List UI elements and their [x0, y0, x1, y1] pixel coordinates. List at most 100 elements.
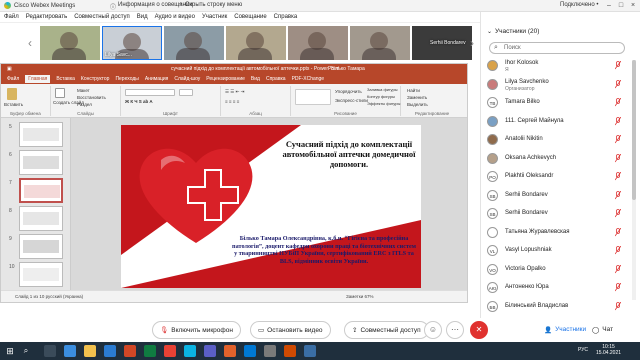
menu-item[interactable]: Аудио и видео: [155, 14, 195, 20]
menu-item[interactable]: Справка: [274, 14, 298, 20]
share-button[interactable]: ⇪ Совместный доступ: [344, 321, 429, 339]
leave-meeting-button[interactable]: ✕: [470, 321, 488, 339]
reset-button[interactable]: Восстановить: [77, 95, 106, 100]
slide-author-text[interactable]: Білько Тамара Олександрівна, к.б.н. “Гіг…: [231, 235, 417, 265]
video-tile[interactable]: [40, 26, 100, 60]
close-button[interactable]: ×: [628, 1, 638, 11]
edge-icon[interactable]: [64, 345, 76, 357]
new-slide-icon[interactable]: [55, 88, 65, 98]
video-tile[interactable]: [288, 26, 348, 60]
maximize-button[interactable]: □: [616, 1, 626, 11]
chevron-down-icon[interactable]: ⌄: [487, 28, 492, 35]
slide-thumbnail[interactable]: [19, 234, 63, 259]
find-button[interactable]: Найти: [407, 88, 420, 93]
video-tile[interactable]: [226, 26, 286, 60]
excel-icon[interactable]: [144, 345, 156, 357]
mail-icon[interactable]: [244, 345, 256, 357]
save-icon[interactable]: ▣: [7, 66, 12, 72]
participant-row[interactable]: VL Vasyl Lopushniak: [481, 242, 631, 259]
ribbon-tab[interactable]: PDF-XChange: [292, 76, 325, 82]
clock[interactable]: 10:15 15.04.2021: [596, 344, 621, 356]
chat-toggle-button[interactable]: ◯ Чат: [592, 326, 613, 334]
slide-thumbnail[interactable]: [19, 122, 63, 147]
menu-item[interactable]: Вид: [137, 14, 148, 20]
menu-item[interactable]: Файл: [4, 14, 19, 20]
shapes-gallery[interactable]: [295, 89, 331, 105]
slide-title[interactable]: Сучасний підхід до комплектації автомобі…: [279, 139, 419, 169]
ribbon-tab[interactable]: Вставка: [56, 76, 75, 82]
slide-thumbnails-pane[interactable]: 5 6 7 8 9 10: [1, 118, 71, 290]
replace-button[interactable]: Заменить: [407, 95, 427, 100]
chevron-right-icon[interactable]: ›: [470, 36, 474, 50]
slide-thumbnail[interactable]: [19, 262, 63, 287]
menu-item[interactable]: Совместный доступ: [74, 14, 130, 20]
arrange-button[interactable]: Упорядочить: [335, 89, 362, 94]
video-tile[interactable]: [350, 26, 410, 60]
unmute-button[interactable]: 🎙 Включить микрофон: [152, 321, 241, 339]
list-buttons[interactable]: ☰ ☰ ⇤ ⇥: [225, 89, 244, 95]
firefox-icon[interactable]: [224, 345, 236, 357]
app-icon[interactable]: [304, 345, 316, 357]
participant-row[interactable]: Татьяна Журавлевская: [481, 224, 631, 241]
teams-icon[interactable]: [204, 345, 216, 357]
shape-effects-button[interactable]: Эффекты фигуры: [367, 101, 400, 106]
slide-thumbnail[interactable]: [19, 206, 63, 231]
ribbon-tab[interactable]: Переходы: [115, 76, 138, 82]
align-buttons[interactable]: ≡ ≡ ≡ ≡: [225, 99, 239, 104]
participant-row[interactable]: SB Serhii Bondarev: [481, 187, 631, 204]
ribbon-tab[interactable]: Рецензирование: [206, 76, 245, 82]
ribbon-tab[interactable]: Вид: [251, 76, 260, 82]
menu-item[interactable]: Участник: [202, 14, 227, 20]
font-name-select[interactable]: [125, 89, 175, 96]
participant-row[interactable]: Oksana Achkevych: [481, 150, 631, 167]
menu-item[interactable]: Совещание: [234, 14, 266, 20]
participant-row[interactable]: Lilya Savchenko Организатор: [481, 76, 631, 93]
menu-item[interactable]: Редактировать: [26, 14, 67, 20]
ribbon-tab[interactable]: Главная: [25, 75, 51, 83]
slide-canvas[interactable]: Сучасний підхід до комплектації автомобі…: [121, 125, 421, 288]
select-button[interactable]: Выделить: [407, 102, 428, 107]
video-tile[interactable]: [164, 26, 224, 60]
stop-video-button[interactable]: ▭ Остановить видео: [250, 321, 331, 339]
powerpoint-icon[interactable]: [124, 345, 136, 357]
shape-outline-button[interactable]: Контур фигуры: [367, 94, 395, 99]
participant-row[interactable]: Anatolii Nikitin: [481, 131, 631, 148]
hide-menubar-button[interactable]: ⌃ Скрыть строку меню: [178, 2, 242, 9]
windows-start-icon[interactable]: ⊞: [4, 345, 16, 357]
ribbon-tab[interactable]: Справка: [266, 76, 286, 82]
chevron-left-icon[interactable]: ‹: [28, 36, 32, 50]
participant-row[interactable]: VO Victoria Opalko: [481, 261, 631, 278]
paste-icon[interactable]: [7, 88, 17, 100]
ribbon-tab[interactable]: Конструктор: [81, 76, 110, 82]
participant-row[interactable]: Ihor Kolosok Я: [481, 57, 631, 74]
section-button[interactable]: Раздел: [77, 102, 92, 107]
participant-row[interactable]: AЮ Антоненко Юра: [481, 279, 631, 296]
settings-icon[interactable]: [264, 345, 276, 357]
bold-button[interactable]: Ж К Ч S ab A: [125, 99, 153, 104]
quick-styles-button[interactable]: Экспресс-стили: [335, 98, 368, 103]
language-indicator[interactable]: РУС: [578, 347, 588, 353]
participant-row[interactable]: PO Plakhtii Oleksandr: [481, 168, 631, 185]
ribbon-tab[interactable]: Файл: [7, 76, 19, 82]
slide-thumbnail[interactable]: [19, 150, 63, 175]
participants-toggle-button[interactable]: 👤 Участники: [544, 326, 586, 334]
participant-search-input[interactable]: ⌕ Поиск: [489, 42, 625, 54]
search-icon[interactable]: ⌕: [20, 345, 32, 357]
participant-row[interactable]: TB Tamara Bilko: [481, 94, 631, 111]
participant-row[interactable]: БВ Білинський Владислав: [481, 298, 631, 315]
ribbon-tab[interactable]: Анимация: [145, 76, 168, 82]
layout-button[interactable]: Макет: [77, 88, 90, 93]
reactions-button[interactable]: ☺: [424, 321, 442, 339]
webex-icon[interactable]: [184, 345, 196, 357]
font-size-select[interactable]: [179, 89, 193, 96]
video-tile[interactable]: Serhii Bondarev: [412, 26, 472, 60]
paste-button[interactable]: Вставить: [4, 102, 23, 107]
video-tile[interactable]: Lilya Savc...: [102, 26, 162, 60]
participant-row[interactable]: 111. Сергей Майнула: [481, 113, 631, 130]
pdf-icon[interactable]: [284, 345, 296, 357]
chrome-icon[interactable]: [164, 345, 176, 357]
file-explorer-icon[interactable]: [84, 345, 96, 357]
shape-fill-button[interactable]: Заливка фигуры: [367, 87, 398, 92]
slide-thumbnail[interactable]: [19, 178, 63, 203]
ribbon-tab[interactable]: Слайд-шоу: [174, 76, 200, 82]
